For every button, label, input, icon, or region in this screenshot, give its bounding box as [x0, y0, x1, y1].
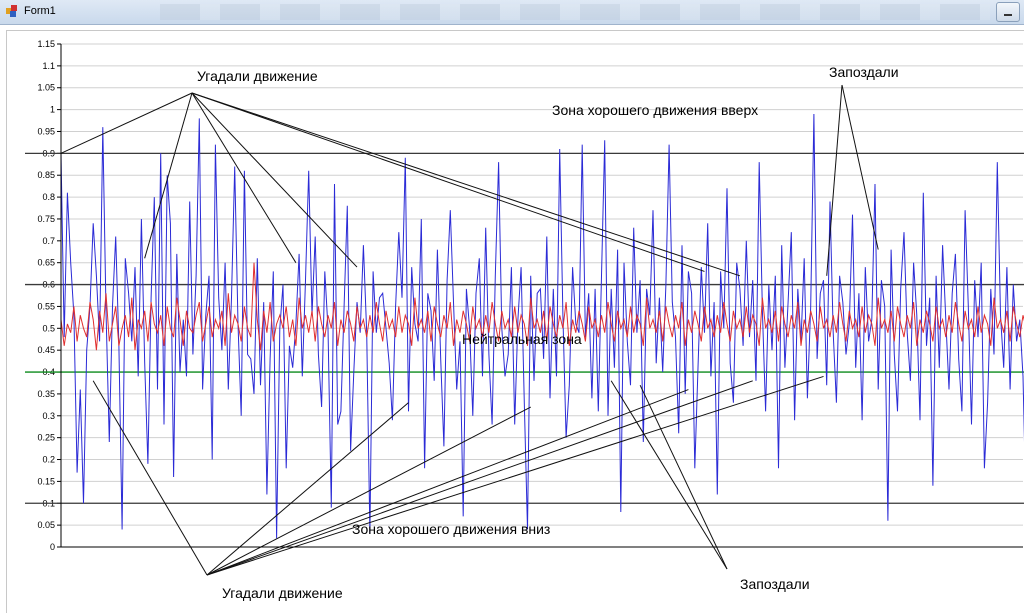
y-tick-label: 0.45: [37, 345, 55, 355]
minimize-icon: [1004, 14, 1012, 16]
app-window: Form1 1.15 1.1 1.05 1 0.95 0.9 0.85 0.8 0.75 0.7 0…: [0, 0, 1024, 613]
y-tick-label: 0.8: [42, 192, 55, 202]
y-tick-label: 1.15: [37, 39, 55, 49]
ann-guessed-top: Угадали движение: [197, 68, 318, 84]
ann-late-top: Запоздали: [829, 64, 899, 80]
y-tick-label: 0.2: [42, 455, 55, 465]
y-tick-label: 0.05: [37, 520, 55, 530]
y-tick-label: 0.35: [37, 389, 55, 399]
y-tick-label: 0.75: [37, 214, 55, 224]
ann-zone-down: Зона хорошего движения вниз: [352, 521, 550, 537]
y-tick-label: 1.1: [42, 61, 55, 71]
background-toolbar-blur: [160, 4, 990, 20]
title-bar[interactable]: Form1: [0, 0, 1024, 25]
y-tick-label: 0: [50, 542, 55, 552]
ann-zone-up: Зона хорошего движения вверх: [552, 102, 758, 118]
line-chart: 1.151.11.0510.950.90.850.80.750.70.650.6…: [25, 39, 1024, 601]
y-axis-ticks: 1.151.11.0510.950.90.850.80.750.70.650.6…: [37, 39, 61, 552]
y-tick-label: 0.85: [37, 170, 55, 180]
series-lines: [60, 113, 1024, 539]
annotation-pointer: [60, 92, 193, 154]
y-tick-label: 0.55: [37, 301, 55, 311]
annotation-pointer: [92, 380, 208, 576]
y-tick-label: 0.25: [37, 433, 55, 443]
y-tick-label: 0.7: [42, 236, 55, 246]
y-tick-label: 1: [50, 105, 55, 115]
annotation-pointer: [191, 92, 741, 277]
annotation-pointer: [610, 380, 728, 570]
ann-late-bottom: Запоздали: [740, 576, 810, 592]
form-client-area: 1.15 1.1 1.05 1 0.95 0.9 0.85 0.8 0.75 0.7 0.65 0.6…: [6, 30, 1024, 613]
grid-lines: [61, 43, 1023, 548]
y-tick-label: 0.5: [42, 323, 55, 333]
minimize-button[interactable]: [996, 2, 1020, 22]
ann-neutral: Нейтральная зона: [462, 331, 582, 347]
ann-guessed-bottom: Угадали движение: [222, 585, 343, 601]
y-tick-label: 0.15: [37, 476, 55, 486]
y-tick-label: 0.3: [42, 411, 55, 421]
y-tick-label: 0.95: [37, 126, 55, 136]
annotation-pointer: [826, 84, 843, 276]
y-tick-label: 1.05: [37, 83, 55, 93]
annotation-pointer: [206, 406, 531, 576]
annotation-pointer: [206, 402, 409, 576]
app-window-icon: [6, 5, 17, 17]
annotation-pointer: [639, 384, 728, 570]
window-title: Form1: [24, 5, 56, 17]
y-tick-label: 0.65: [37, 258, 55, 268]
